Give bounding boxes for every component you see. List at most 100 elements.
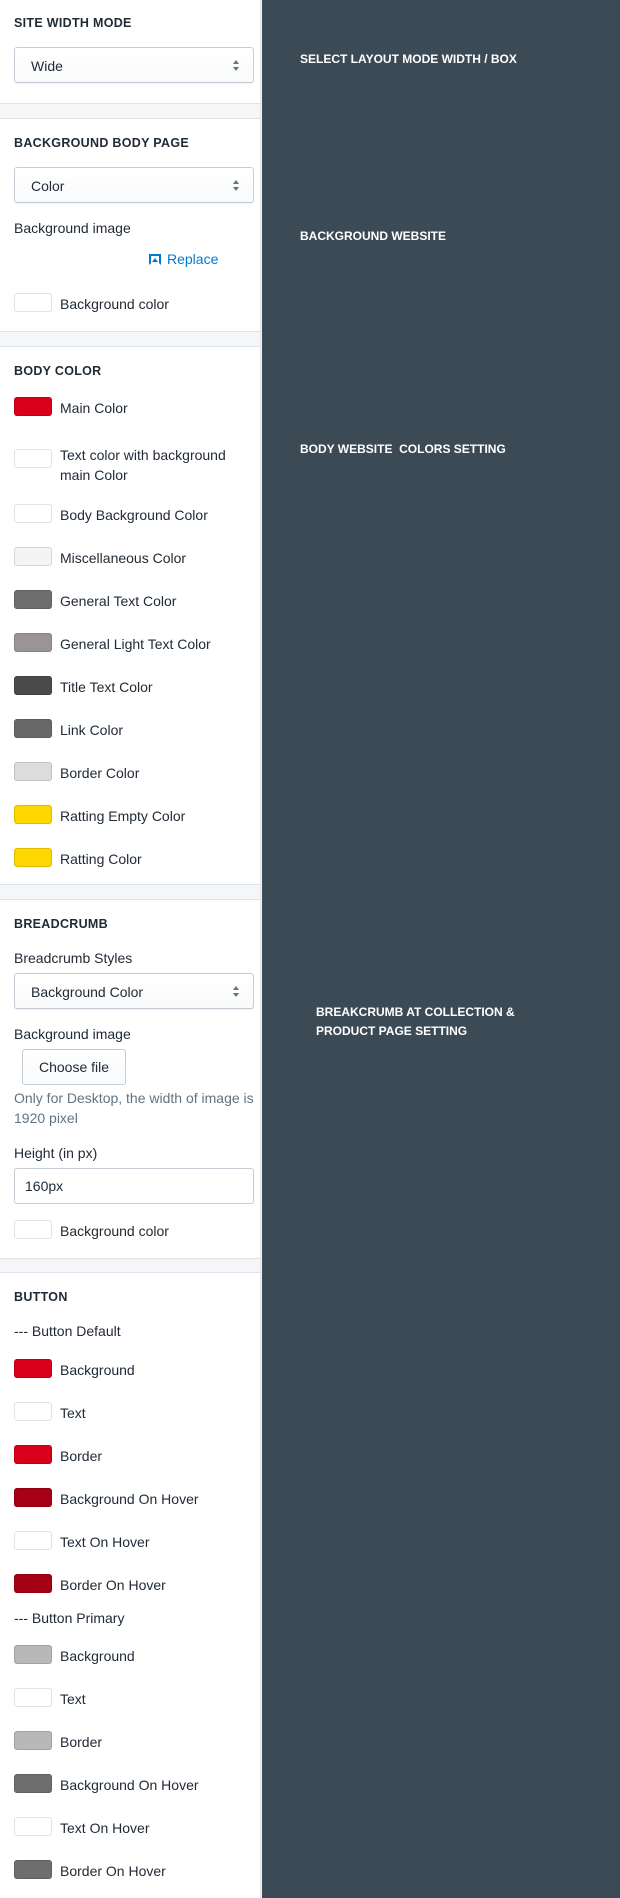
site-width-select[interactable]: Wide	[14, 47, 254, 83]
body-color-label: Ratting Color	[60, 851, 142, 867]
breadcrumb-styles-label: Breadcrumb Styles	[14, 950, 133, 966]
button-primary-label: Background	[60, 1648, 135, 1664]
body-color-label: Link Color	[60, 722, 124, 738]
button-primary-row[interactable]: Border On Hover	[14, 1860, 254, 1880]
height-input-value: 160px	[25, 1178, 64, 1194]
body-color-row[interactable]: Miscellaneous Color	[14, 547, 254, 567]
button-default-row[interactable]: Background	[14, 1359, 254, 1379]
button-primary-label: --- Button Primary	[14, 1610, 125, 1626]
background-type-select-value: Color	[31, 178, 65, 194]
theme-settings-sidebar: SITE WIDTH MODE Wide BACKGROUND BODY PAG…	[0, 0, 261, 1898]
button-default-swatch[interactable]	[14, 1402, 52, 1421]
body-color-label: Text color with background main Color	[60, 447, 226, 483]
body-color-row[interactable]: Border Color	[14, 762, 254, 782]
button-default-label: Text	[60, 1405, 86, 1421]
button-default-swatch[interactable]	[14, 1445, 52, 1464]
preview-panel: SELECT LAYOUT MODE WIDTH / BOX BACKGROUN…	[262, 0, 620, 1898]
body-color-swatch[interactable]	[14, 848, 52, 867]
button-primary-row[interactable]: Background	[14, 1645, 254, 1665]
body-color-row[interactable]: Text color with background main Color	[14, 447, 254, 483]
background-body-section: BACKGROUND BODY PAGE Color Background im…	[0, 118, 260, 332]
button-primary-swatch[interactable]	[14, 1817, 52, 1836]
body-color-swatch[interactable]	[14, 547, 52, 566]
button-primary-swatch[interactable]	[14, 1688, 52, 1707]
button-heading: BUTTON	[14, 1290, 68, 1304]
button-default-row[interactable]: Text	[14, 1402, 254, 1422]
body-color-label: General Light Text Color	[60, 636, 211, 652]
breadcrumb-section: BREADCRUMB Breadcrumb Styles Background …	[0, 899, 260, 1259]
body-color-label: Ratting Empty Color	[60, 808, 186, 824]
select-arrows-icon	[233, 983, 241, 1001]
button-primary-row[interactable]: Border	[14, 1731, 254, 1751]
button-default-row[interactable]: Background On Hover	[14, 1488, 254, 1508]
background-body-heading: BACKGROUND BODY PAGE	[14, 136, 189, 150]
button-primary-row[interactable]: Text On Hover	[14, 1817, 254, 1837]
breadcrumb-styles-select[interactable]: Background Color	[14, 973, 254, 1009]
body-color-label: Body Background Color	[60, 507, 208, 523]
body-color-row[interactable]: Link Color	[14, 719, 254, 739]
button-primary-label: Border	[60, 1734, 103, 1750]
background-type-select[interactable]: Color	[14, 167, 254, 203]
button-primary-swatch[interactable]	[14, 1645, 52, 1664]
body-color-row[interactable]: Main Color	[14, 397, 254, 417]
button-primary-swatch[interactable]	[14, 1860, 52, 1879]
button-primary-row[interactable]: Background On Hover	[14, 1774, 254, 1794]
breadcrumb-color-label: Background color	[60, 1223, 169, 1239]
body-color-section: BODY COLOR Main Color Text color with bac…	[0, 346, 260, 885]
background-color-swatch[interactable]	[14, 293, 52, 312]
annotation-background: BACKGROUND WEBSITE	[300, 229, 446, 243]
annotation-site-width: SELECT LAYOUT MODE WIDTH / BOX	[300, 52, 517, 66]
body-color-swatch[interactable]	[14, 762, 52, 781]
button-default-row[interactable]: Text On Hover	[14, 1531, 254, 1551]
body-color-label: General Text Color	[60, 593, 177, 609]
body-color-swatch[interactable]	[14, 805, 52, 824]
button-primary-label: Border On Hover	[60, 1863, 166, 1879]
select-arrows-icon	[233, 177, 241, 195]
body-color-swatch[interactable]	[14, 676, 52, 695]
background-color-row[interactable]: Background color	[14, 293, 254, 313]
button-default-swatch[interactable]	[14, 1574, 52, 1593]
button-primary-row[interactable]: Text	[14, 1688, 254, 1708]
annotation-breadcrumb-line1: BREAKCRUMB AT COLLECTION &	[316, 1005, 515, 1019]
button-default-label: Border	[60, 1448, 103, 1464]
breadcrumb-color-swatch[interactable]	[14, 1220, 52, 1239]
height-input[interactable]: 160px	[14, 1168, 254, 1204]
site-width-heading: SITE WIDTH MODE	[14, 16, 132, 30]
breadcrumb-color-row[interactable]: Background color	[14, 1220, 254, 1240]
annotation-body-colors: BODY WEBSITE COLORS SETTING	[300, 442, 506, 456]
choose-file-button[interactable]: Choose file	[22, 1049, 126, 1085]
button-default-swatch[interactable]	[14, 1531, 52, 1550]
button-default-row[interactable]: Border	[14, 1445, 254, 1465]
site-width-select-value: Wide	[31, 58, 63, 74]
button-primary-swatch[interactable]	[14, 1731, 52, 1750]
body-color-swatch[interactable]	[14, 504, 52, 523]
body-color-swatch[interactable]	[14, 633, 52, 652]
body-color-row[interactable]: Body Background Color	[14, 504, 254, 524]
button-default-row[interactable]: Border On Hover	[14, 1574, 254, 1594]
body-color-row[interactable]: General Text Color	[14, 590, 254, 610]
button-default-swatch[interactable]	[14, 1488, 52, 1507]
button-default-label: Text On Hover	[60, 1534, 150, 1550]
body-color-swatch[interactable]	[14, 590, 52, 609]
breadcrumb-heading: BREADCRUMB	[14, 917, 108, 931]
body-color-label: Border Color	[60, 765, 140, 781]
body-color-swatch[interactable]	[14, 449, 52, 468]
background-color-label: Background color	[60, 296, 169, 312]
body-color-heading: BODY COLOR	[14, 364, 102, 378]
replace-image-link[interactable]: Replace	[149, 251, 218, 267]
body-color-swatch[interactable]	[14, 719, 52, 738]
body-color-row[interactable]: Ratting Empty Color	[14, 805, 254, 825]
button-default-swatch[interactable]	[14, 1359, 52, 1378]
replace-label: Replace	[167, 251, 219, 267]
button-default-label: --- Button Default	[14, 1323, 121, 1339]
height-label: Height (in px)	[14, 1145, 98, 1161]
body-color-row[interactable]: Title Text Color	[14, 676, 254, 696]
body-color-row[interactable]: Ratting Color	[14, 848, 254, 868]
select-arrows-icon	[233, 57, 241, 75]
breadcrumb-image-help: Only for Desktop, the width of image is …	[14, 1090, 254, 1126]
body-color-label: Miscellaneous Color	[60, 550, 187, 566]
body-color-row[interactable]: General Light Text Color	[14, 633, 254, 653]
breadcrumb-image-label: Background image	[14, 1026, 131, 1042]
body-color-swatch[interactable]	[14, 397, 52, 416]
button-primary-swatch[interactable]	[14, 1774, 52, 1793]
